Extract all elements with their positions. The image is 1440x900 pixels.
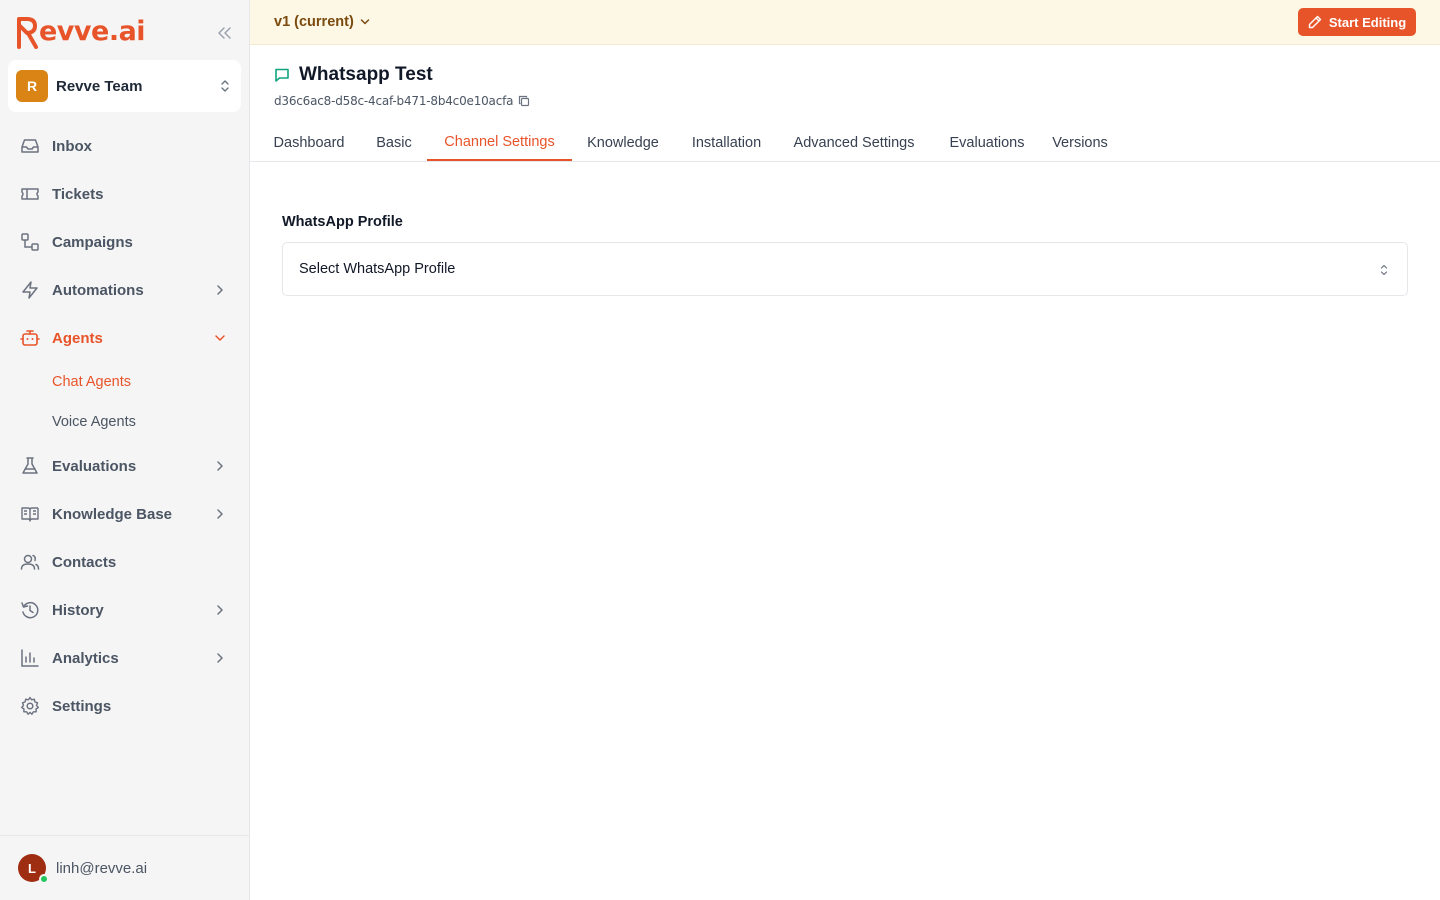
whatsapp-profile-select[interactable]: Select WhatsApp Profile bbox=[282, 242, 1408, 296]
team-avatar: R bbox=[16, 70, 48, 102]
nav-subitem-chat-agents[interactable]: Chat Agents bbox=[8, 362, 241, 402]
revve-logo-mark bbox=[17, 17, 38, 49]
pencil-icon bbox=[1308, 15, 1322, 29]
nav-label-agents: Agents bbox=[52, 329, 103, 347]
nav-label-inbox: Inbox bbox=[52, 137, 92, 155]
nav-item-inbox[interactable]: Inbox bbox=[8, 122, 241, 170]
chevron-right-icon bbox=[217, 509, 223, 519]
tab-dashboard[interactable]: Dashboard bbox=[268, 124, 350, 162]
tab-channel-settings[interactable]: Channel Settings bbox=[427, 124, 572, 161]
gear-icon bbox=[20, 696, 40, 716]
version-label: v1 (current) bbox=[274, 14, 354, 30]
nav-item-agents[interactable]: Agents bbox=[8, 314, 241, 362]
chevron-up-down-icon bbox=[221, 80, 229, 92]
revve-logo[interactable]: evve.ai bbox=[16, 14, 146, 50]
nav-item-automations[interactable]: Automations bbox=[8, 266, 241, 314]
logo-row: evve.ai bbox=[16, 14, 236, 50]
start-editing-label: Start Editing bbox=[1328, 14, 1407, 30]
sidebar: evve.ai R Revve Team Inbox Tickets Campa… bbox=[0, 0, 250, 900]
nav-item-settings[interactable]: Settings bbox=[8, 682, 241, 730]
bar-chart-icon bbox=[20, 648, 40, 668]
nav-label-analytics: Analytics bbox=[52, 649, 119, 667]
agent-id: d36c6ac8-d58c-4caf-b471-8b4c0e10acfa bbox=[274, 94, 514, 108]
nav-item-campaigns[interactable]: Campaigns bbox=[8, 218, 241, 266]
nav-subitem-voice-agents[interactable]: Voice Agents bbox=[8, 402, 241, 442]
nav-label-knowledge-base: Knowledge Base bbox=[52, 505, 173, 523]
chat-bubble-icon bbox=[275, 68, 289, 82]
team-switcher[interactable]: R Revve Team bbox=[8, 60, 241, 112]
inbox-icon bbox=[20, 136, 40, 156]
nav-label-tickets: Tickets bbox=[52, 185, 104, 203]
campaigns-icon bbox=[20, 232, 40, 252]
tab-advanced-settings[interactable]: Advanced Settings bbox=[785, 124, 923, 162]
tab-versions[interactable]: Versions bbox=[1047, 124, 1113, 162]
whatsapp-profile-label: WhatsApp Profile bbox=[282, 214, 403, 230]
team-name: Revve Team bbox=[56, 77, 143, 95]
copy-icon[interactable] bbox=[518, 95, 530, 107]
chevron-right-icon bbox=[217, 285, 223, 295]
nav-item-history[interactable]: History bbox=[8, 586, 241, 634]
version-bar: v1 (current) Start Editing bbox=[250, 0, 1440, 45]
agent-tabs: Dashboard Basic Channel Settings Knowled… bbox=[250, 124, 1440, 162]
tab-installation[interactable]: Installation bbox=[682, 124, 771, 162]
nav-item-evaluations[interactable]: Evaluations bbox=[8, 442, 241, 490]
whatsapp-profile-placeholder: Select WhatsApp Profile bbox=[299, 261, 456, 277]
user-email: linh@revve.ai bbox=[56, 859, 148, 877]
nav-label-contacts: Contacts bbox=[52, 553, 117, 571]
nav-label-evaluations: Evaluations bbox=[52, 457, 137, 475]
start-editing-button[interactable]: Start Editing bbox=[1298, 8, 1416, 36]
nav-label-history: History bbox=[52, 601, 104, 619]
agent-header: Whatsapp Test d36c6ac8-d58c-4caf-b471-8b… bbox=[274, 64, 530, 108]
users-icon bbox=[20, 552, 40, 572]
nav-label-automations: Automations bbox=[52, 281, 144, 299]
chevron-down-icon bbox=[215, 335, 225, 341]
book-icon bbox=[20, 504, 40, 524]
collapse-sidebar-icon[interactable] bbox=[216, 24, 234, 42]
tab-evaluations[interactable]: Evaluations bbox=[937, 124, 1037, 162]
tab-knowledge[interactable]: Knowledge bbox=[580, 124, 666, 162]
nav-label-campaigns: Campaigns bbox=[52, 233, 133, 251]
logo-text: evve.ai bbox=[39, 16, 146, 47]
version-selector[interactable]: v1 (current) bbox=[274, 12, 370, 32]
agent-id-row: d36c6ac8-d58c-4caf-b471-8b4c0e10acfa bbox=[274, 94, 530, 108]
chevron-down-icon bbox=[360, 19, 370, 25]
chevron-right-icon bbox=[217, 653, 223, 663]
chevron-up-down-icon bbox=[1380, 264, 1388, 276]
nav-item-analytics[interactable]: Analytics bbox=[8, 634, 241, 682]
online-status-dot bbox=[39, 874, 49, 884]
tab-basic[interactable]: Basic bbox=[364, 124, 424, 162]
ticket-icon bbox=[20, 184, 40, 204]
user-menu[interactable]: L linh@revve.ai bbox=[0, 835, 250, 900]
nav-item-tickets[interactable]: Tickets bbox=[8, 170, 241, 218]
avatar-initial: L bbox=[28, 860, 36, 876]
lightning-icon bbox=[20, 280, 40, 300]
nav-item-knowledge-base[interactable]: Knowledge Base bbox=[8, 490, 241, 538]
chevron-right-icon bbox=[217, 461, 223, 471]
main-nav: Inbox Tickets Campaigns Automations Agen… bbox=[8, 122, 241, 730]
history-icon bbox=[20, 600, 40, 620]
nav-label-settings: Settings bbox=[52, 697, 112, 715]
agent-title-row: Whatsapp Test bbox=[274, 64, 530, 86]
chevron-right-icon bbox=[217, 605, 223, 615]
nav-item-contacts[interactable]: Contacts bbox=[8, 538, 241, 586]
flask-icon bbox=[20, 456, 40, 476]
bot-icon bbox=[20, 328, 40, 348]
avatar: L bbox=[18, 854, 49, 884]
page-title: Whatsapp Test bbox=[299, 64, 433, 85]
